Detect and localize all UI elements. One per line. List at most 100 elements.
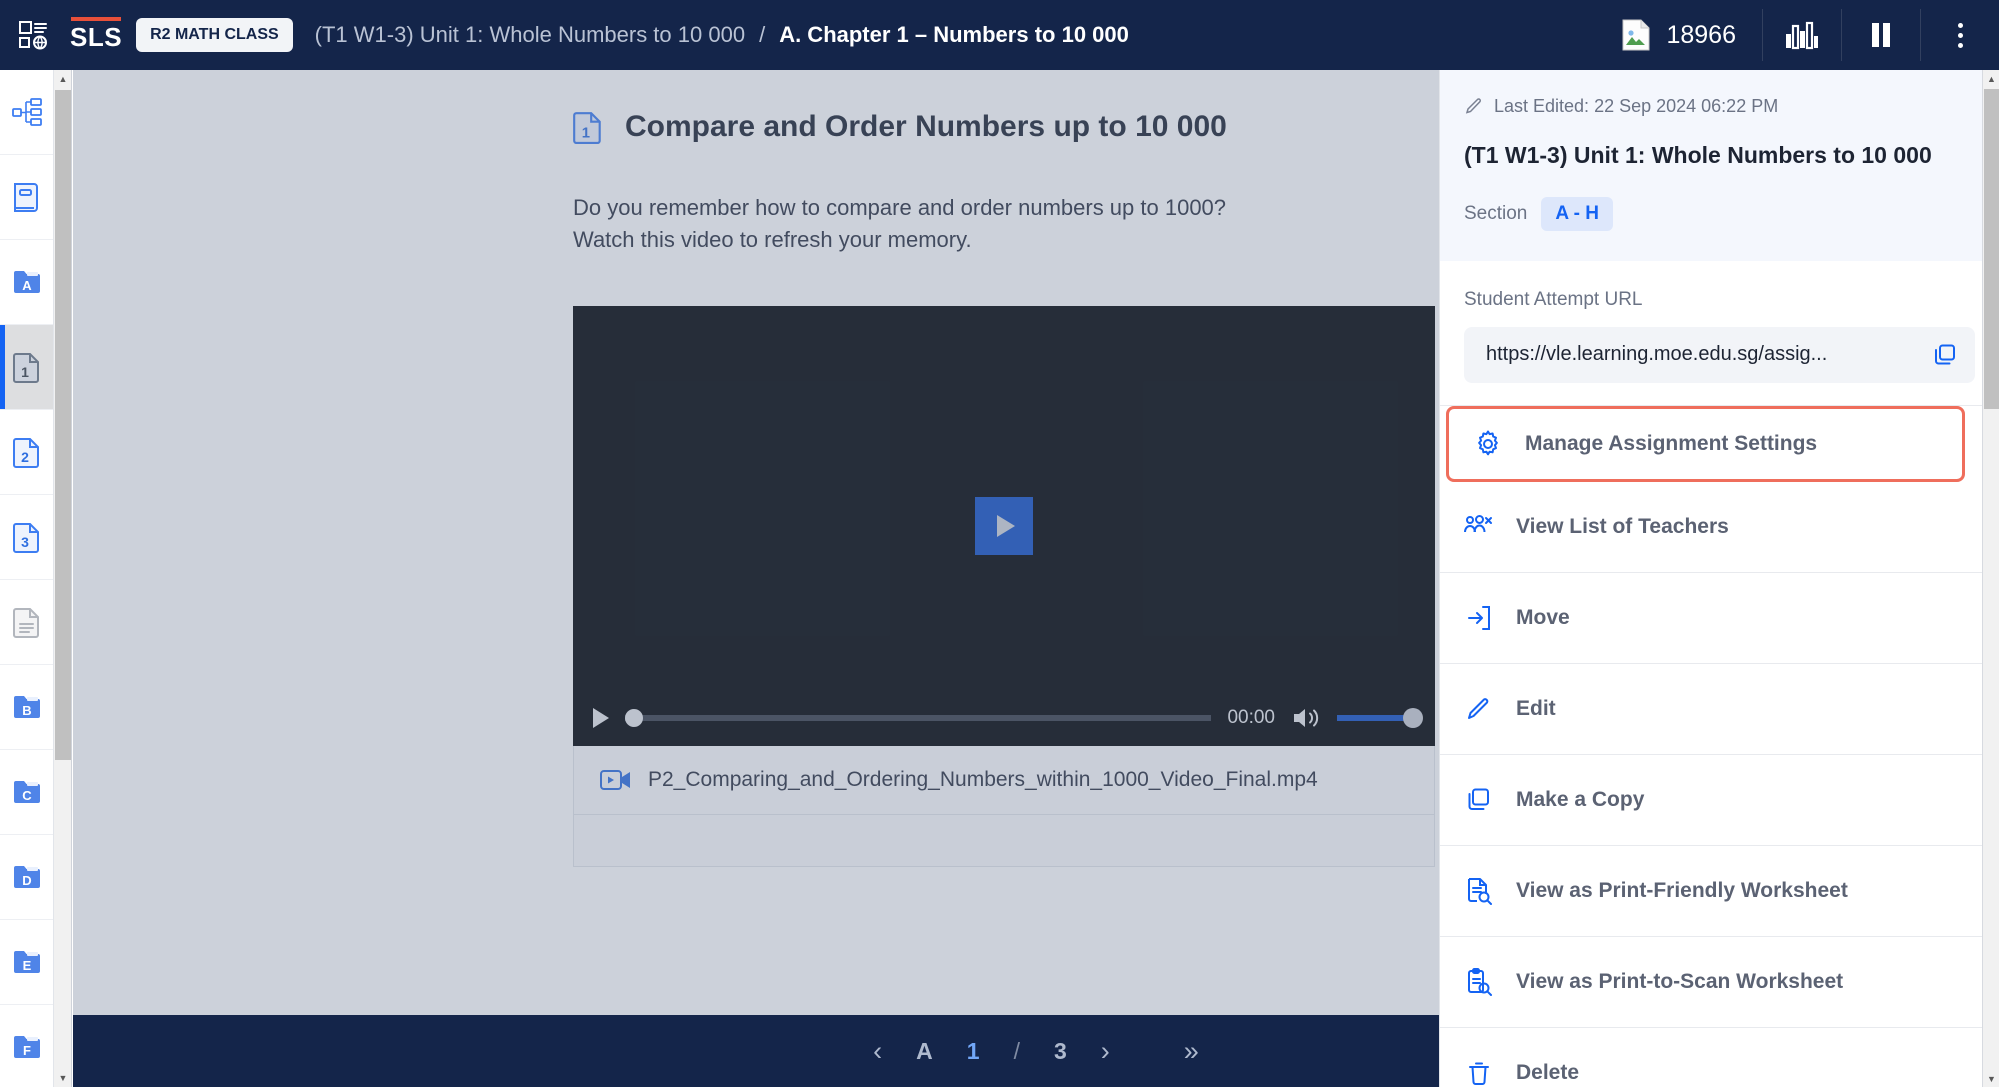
volume-knob[interactable] [1403,707,1423,728]
kebab-menu-icon[interactable] [1921,0,1999,70]
scroll-up-arrow-icon[interactable]: ▲ [54,70,72,88]
sidebar-item-folder-c[interactable]: C [0,750,53,835]
top-bar-actions: 18966 [1622,0,1999,70]
copy-icon[interactable] [1933,343,1957,367]
sidebar-item-document[interactable] [0,580,53,665]
top-bar: SLS R2 MATH CLASS (T1 W1-3) Unit 1: Whol… [0,0,1999,70]
broken-image-icon [1622,19,1650,51]
breadcrumb-current: A. Chapter 1 – Numbers to 10 000 [779,22,1129,47]
menu-item-label: Edit [1516,696,1556,720]
move-arrow-icon [1464,605,1494,631]
video-file-name: P2_Comparing_and_Ordering_Numbers_within… [648,767,1318,791]
video-progress-slider[interactable] [625,708,1212,727]
video-controls: 00:00 [573,690,1435,746]
gear-icon [1473,430,1503,458]
page-1-icon: 1 [573,110,603,144]
sidebar-item-folder-a[interactable]: A [0,240,53,325]
menu-item-edit[interactable]: Edit [1440,663,1999,755]
sidebar-item-page-3[interactable]: 3 [0,495,53,580]
paragraph-line-1: Do you remember how to compare and order… [573,195,1227,220]
video-file-icon [600,768,632,792]
sidebar-item-page-2[interactable]: 2 [0,410,53,495]
menu-item-label: Delete [1516,1060,1580,1084]
scroll-thumb[interactable] [55,90,71,760]
section-badge: A - H [1541,196,1613,231]
sidebar-item-folder-d[interactable]: D [0,835,53,920]
menu-item-view-list-of-teachers[interactable]: View List of Teachers [1440,481,1999,573]
notification-counter: 18966 [1666,20,1736,49]
svg-text:D: D [22,873,31,888]
chevron-left-icon[interactable]: ‹ [873,1037,882,1065]
scroll-down-arrow-icon[interactable]: ▼ [54,1069,72,1087]
last-edited-row: Last Edited: 22 Sep 2024 06:22 PM [1464,96,1975,117]
panel-scrollbar[interactable]: ▲ ▼ [1982,70,1999,1087]
url-field[interactable]: https://vle.learning.moe.edu.sg/assig... [1464,326,1975,383]
svg-text:A: A [22,278,32,293]
bar-chart-icon[interactable] [1763,0,1841,70]
pager-section-letter[interactable]: A [916,1038,933,1065]
volume-icon[interactable] [1291,705,1321,731]
chevron-double-right-icon[interactable]: » [1184,1037,1199,1065]
paragraph-line-2: Watch this video to refresh your memory. [573,226,972,252]
pause-icon[interactable] [1842,0,1920,70]
pager-current-page: 1 [966,1037,980,1064]
assignment-panel: Last Edited: 22 Sep 2024 06:22 PM (T1 W1… [1439,70,1999,1087]
scroll-thumb[interactable] [1984,89,1999,409]
svg-text:B: B [22,703,31,718]
svg-text:1: 1 [582,126,590,142]
panel-section-row: Section A - H [1464,196,1975,231]
menu-item-manage-assignment-settings[interactable]: Manage Assignment Settings [1446,405,1965,482]
video-player[interactable]: 00:00 [573,305,1435,746]
menu-item-label: View as Print-Friendly Worksheet [1516,878,1848,902]
url-value: https://vle.learning.moe.edu.sg/assig... [1486,343,1828,366]
sls-logo[interactable]: SLS [70,17,122,53]
copy-icon [1464,787,1494,813]
tasks-globe-icon[interactable] [0,0,66,70]
pencil-icon [1464,696,1494,722]
url-label: Student Attempt URL [1464,288,1643,310]
video-file-row[interactable]: P2_Comparing_and_Ordering_Numbers_within… [573,745,1435,815]
video-file-strip [573,814,1435,867]
sidebar-item-folder-f[interactable]: F [0,1005,53,1087]
play-icon[interactable] [593,707,609,728]
svg-text:E: E [22,958,31,973]
scroll-down-arrow-icon[interactable]: ▼ [1983,1070,1999,1087]
menu-item-label: View as Print-to-Scan Worksheet [1516,969,1844,993]
breadcrumb-separator: / [759,22,766,47]
sidebar-item-page-1[interactable]: 1 [0,325,53,410]
panel-title: (T1 W1-3) Unit 1: Whole Numbers to 10 00… [1464,142,1932,168]
sidebar-item-book[interactable] [0,155,53,240]
chevron-right-icon[interactable]: › [1101,1037,1110,1065]
svg-text:2: 2 [21,449,29,465]
menu-item-view-as-print-friendly-worksheet[interactable]: View as Print-Friendly Worksheet [1440,845,1999,937]
document-paragraph: Do you remember how to compare and order… [573,192,1333,256]
progress-knob[interactable] [625,708,643,727]
panel-header: Last Edited: 22 Sep 2024 06:22 PM (T1 W1… [1440,70,1999,261]
menu-item-label: Make a Copy [1516,787,1645,811]
scroll-up-arrow-icon[interactable]: ▲ [1983,70,1999,87]
svg-text:F: F [23,1043,31,1058]
pencil-icon [1464,97,1484,117]
play-overlay-button[interactable] [975,496,1033,555]
menu-item-label: Move [1516,605,1570,629]
menu-item-view-as-print-to-scan-worksheet[interactable]: View as Print-to-Scan Worksheet [1440,936,1999,1028]
left-rail[interactable]: A 1 2 3 B C D E F [0,70,54,1087]
class-chip[interactable]: R2 MATH CLASS [136,18,293,52]
svg-text:C: C [22,788,32,803]
volume-slider[interactable] [1337,707,1423,728]
svg-text:3: 3 [21,534,29,550]
video-current-time: 00:00 [1227,706,1275,728]
sidebar-item-folder-e[interactable]: E [0,920,53,1005]
sidebar-item-folder-b[interactable]: B [0,665,53,750]
menu-item-move[interactable]: Move [1440,572,1999,664]
print-friendly-icon [1464,877,1494,905]
sidebar-item-sitemap[interactable] [0,70,53,155]
breadcrumb-parent[interactable]: (T1 W1-3) Unit 1: Whole Numbers to 10 00… [315,22,745,48]
people-icon [1464,514,1494,540]
print-to-scan-icon [1464,967,1494,996]
trash-icon [1464,1059,1494,1087]
pager-total-pages: 3 [1053,1037,1067,1064]
rail-scrollbar[interactable]: ▲ ▼ [54,70,72,1087]
menu-item-delete[interactable]: Delete [1440,1027,1999,1087]
menu-item-make-a-copy[interactable]: Make a Copy [1440,754,1999,846]
